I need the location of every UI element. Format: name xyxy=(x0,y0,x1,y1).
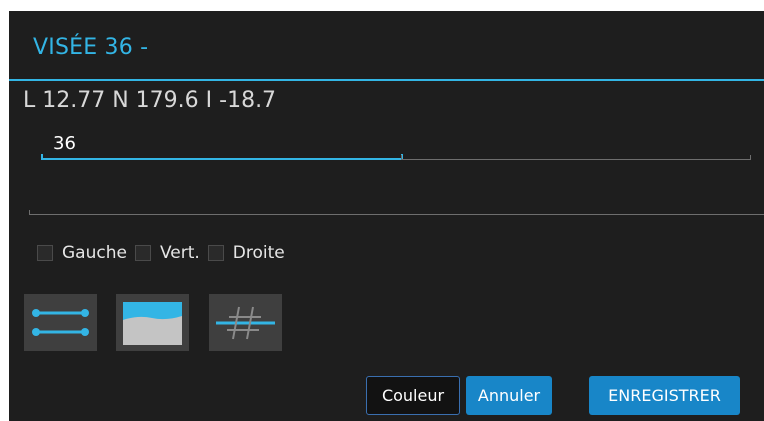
title-divider xyxy=(9,79,764,81)
checkbox-label: Vert. xyxy=(159,243,200,263)
checkbox-box[interactable] xyxy=(207,245,224,261)
profile-icon xyxy=(123,302,182,345)
hash-icon xyxy=(216,306,275,340)
dialog-title: VISÉE 36 - xyxy=(33,35,149,60)
secondary-input[interactable] xyxy=(401,132,751,160)
measurement-readout: L 12.77 N 179.6 I -18.7 xyxy=(23,88,277,113)
checkbox-label: Gauche xyxy=(62,243,127,263)
hash-style-button[interactable] xyxy=(209,294,282,351)
lines-style-button[interactable] xyxy=(24,294,97,351)
checkbox-box[interactable] xyxy=(134,245,151,261)
cancel-button[interactable]: Annuler xyxy=(466,376,552,415)
checkbox-box[interactable] xyxy=(37,245,53,261)
shot-name-value: 36 xyxy=(53,133,76,154)
checkbox-gauche[interactable]: Gauche xyxy=(37,243,127,263)
lines-icon xyxy=(32,309,89,336)
comment-input[interactable] xyxy=(29,187,764,215)
profile-style-button[interactable] xyxy=(116,294,189,351)
side-options: Gauche Vert. Droite xyxy=(37,243,293,263)
checkbox-label: Droite xyxy=(232,243,285,263)
checkbox-droite[interactable]: Droite xyxy=(207,243,285,263)
color-button[interactable]: Couleur xyxy=(366,376,460,415)
shot-name-input[interactable]: 36 xyxy=(41,132,403,160)
checkbox-vert[interactable]: Vert. xyxy=(134,243,200,263)
shot-dialog: VISÉE 36 - L 12.77 N 179.6 I -18.7 36 Ga… xyxy=(9,11,764,421)
save-button[interactable]: ENREGISTRER xyxy=(589,376,740,415)
